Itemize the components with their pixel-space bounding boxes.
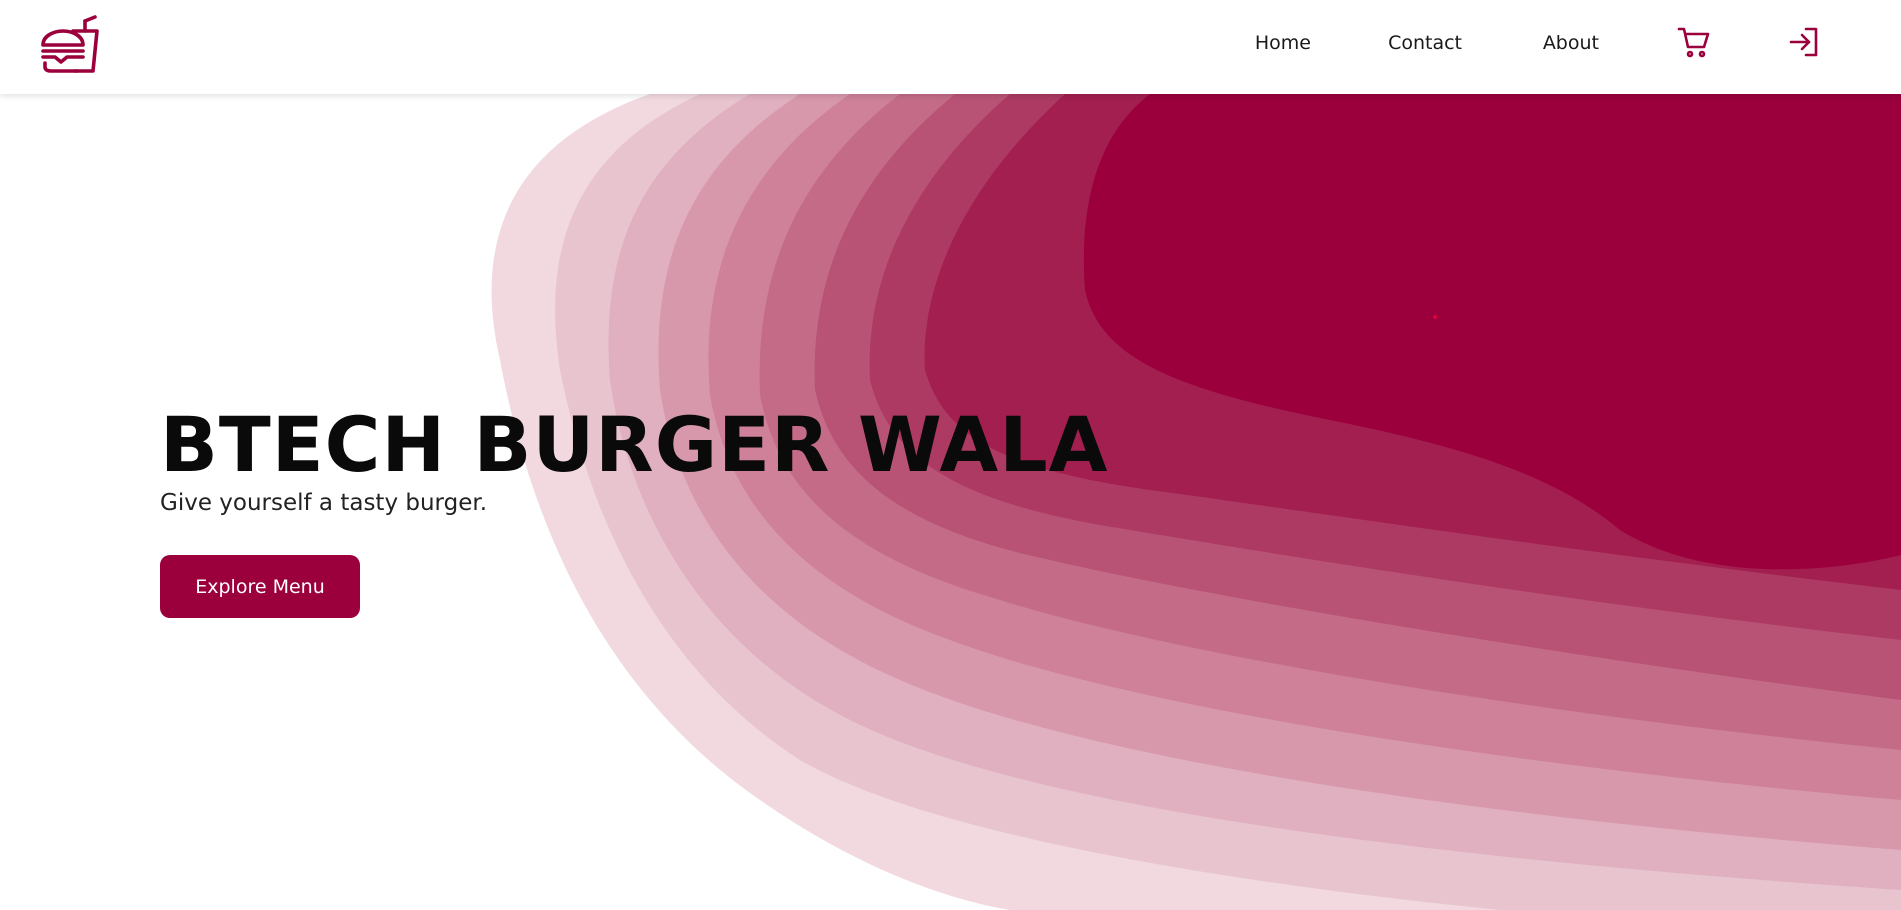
accent-dot — [1433, 315, 1437, 319]
nav-link-about[interactable]: About — [1543, 32, 1599, 54]
nav-link-contact[interactable]: Contact — [1388, 32, 1462, 54]
nav-link-home[interactable]: Home — [1255, 32, 1311, 54]
cart-icon[interactable] — [1677, 25, 1711, 59]
explore-menu-button[interactable]: Explore Menu — [160, 555, 360, 618]
page: Home Contact About BTECH BURGER WALA Giv… — [0, 0, 1901, 910]
hero-title: BTECH BURGER WALA — [160, 400, 1109, 489]
hero-section: BTECH BURGER WALA Give yourself a tasty … — [160, 400, 1109, 618]
login-icon[interactable] — [1787, 25, 1821, 59]
navbar: Home Contact About — [0, 0, 1901, 94]
hero-subtitle: Give yourself a tasty burger. — [160, 490, 488, 516]
burger-and-drink-icon[interactable] — [39, 15, 101, 77]
